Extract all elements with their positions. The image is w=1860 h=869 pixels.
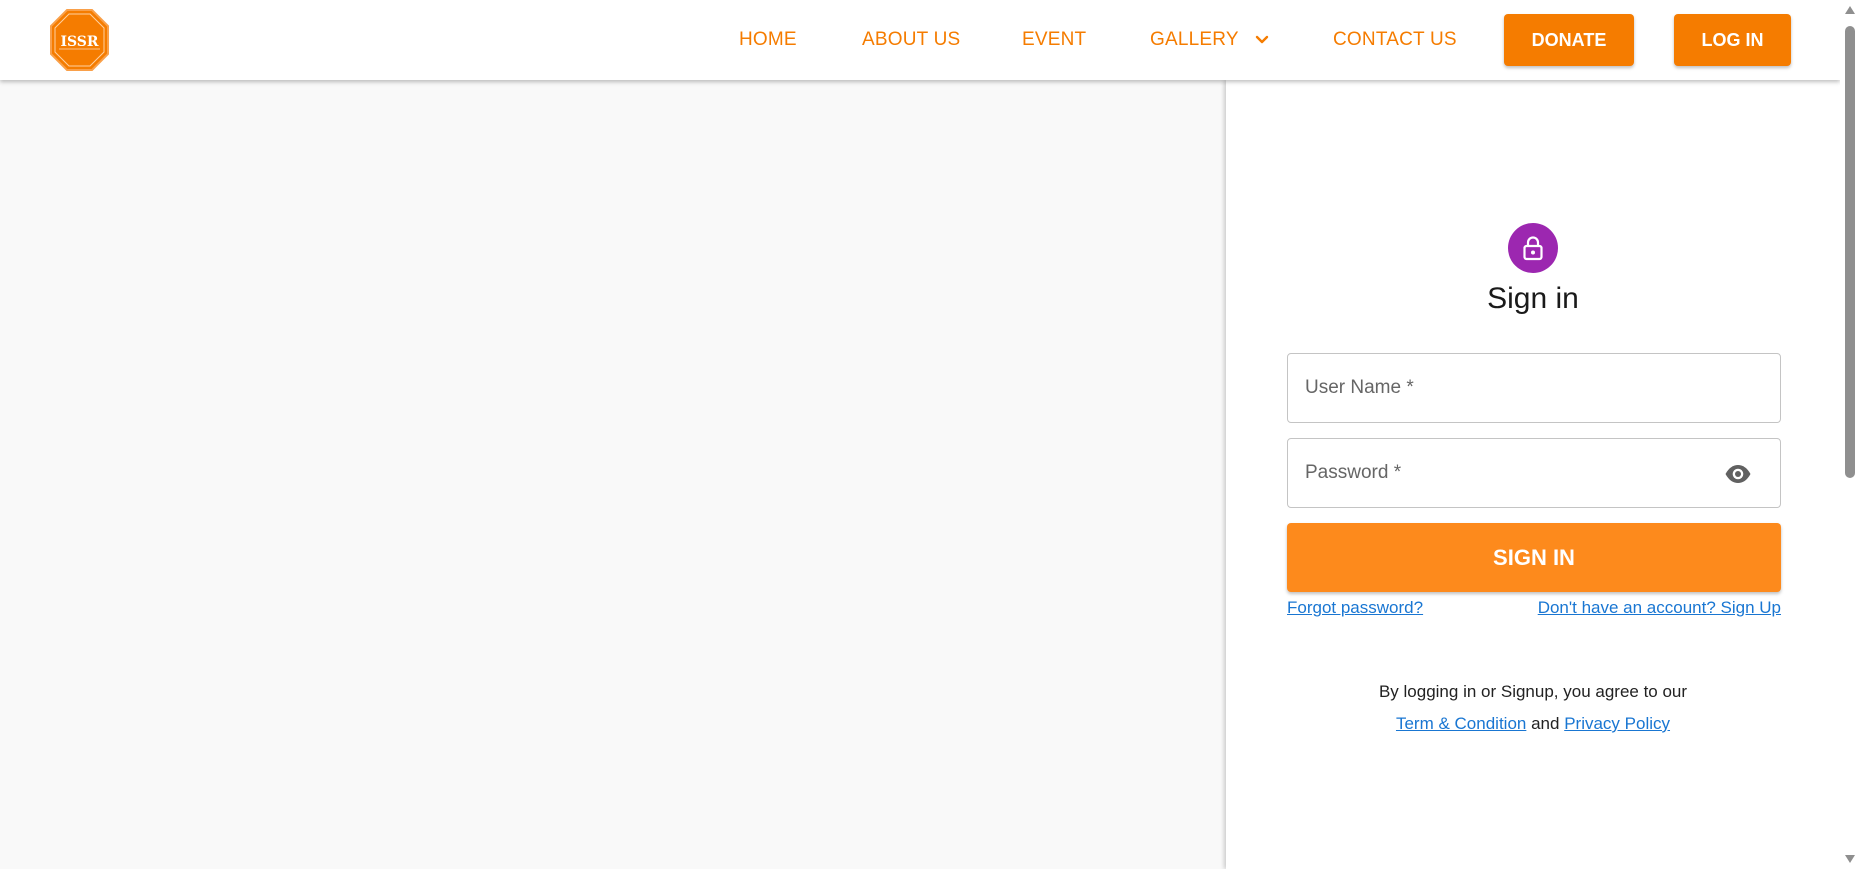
username-field[interactable] bbox=[1287, 353, 1781, 423]
terms-agreement: By logging in or Signup, you agree to ou… bbox=[1226, 676, 1840, 740]
forgot-password-link[interactable]: Forgot password? bbox=[1287, 598, 1423, 618]
login-button[interactable]: LOG IN bbox=[1674, 14, 1791, 66]
agree-text: By logging in or Signup, you agree to ou… bbox=[1378, 682, 1688, 701]
privacy-policy-link[interactable]: Privacy Policy bbox=[1564, 714, 1670, 733]
donate-button[interactable]: DONATE bbox=[1504, 14, 1634, 66]
nav-home-label: HOME bbox=[739, 29, 797, 50]
password-input[interactable] bbox=[1288, 439, 1780, 507]
svg-text:ISSR: ISSR bbox=[60, 34, 98, 50]
and-text: and bbox=[1531, 714, 1560, 733]
password-field[interactable] bbox=[1287, 438, 1781, 508]
signup-link[interactable]: Don't have an account? Sign Up bbox=[1538, 598, 1781, 618]
lock-avatar bbox=[1508, 223, 1558, 273]
terms-link[interactable]: Term & Condition bbox=[1396, 714, 1526, 733]
eye-icon[interactable] bbox=[1724, 461, 1752, 487]
signin-submit-button[interactable]: SIGN IN bbox=[1287, 523, 1781, 592]
nav-about-us[interactable]: ABOUT US bbox=[862, 0, 960, 80]
page-scrollbar[interactable] bbox=[1840, 0, 1860, 869]
username-input[interactable] bbox=[1288, 354, 1780, 422]
issr-logo[interactable]: ISSR bbox=[49, 8, 110, 72]
logo-badge: ISSR bbox=[50, 9, 109, 71]
left-background-pane bbox=[0, 80, 1226, 869]
top-navbar: ISSR HOME ABOUT US EVENT GALLERY CONTACT… bbox=[0, 0, 1840, 80]
nav-contact-us[interactable]: CONTACT US bbox=[1333, 0, 1457, 80]
agree-links-line: Term & Condition and Privacy Policy bbox=[1226, 708, 1840, 740]
scrollbar-thumb[interactable] bbox=[1845, 26, 1855, 478]
nav-event-label: EVENT bbox=[1022, 29, 1087, 50]
scroll-down-arrow-icon[interactable] bbox=[1844, 853, 1856, 865]
nav-contact-label: CONTACT US bbox=[1333, 29, 1457, 50]
nav-gallery-label: GALLERY bbox=[1150, 29, 1239, 50]
nav-event[interactable]: EVENT bbox=[1022, 0, 1086, 80]
signin-title: Sign in bbox=[1487, 282, 1579, 315]
nav-home[interactable]: HOME bbox=[739, 0, 797, 80]
nav-about-label: ABOUT US bbox=[862, 29, 961, 50]
chevron-down-icon bbox=[1255, 35, 1269, 45]
lock-icon bbox=[1523, 236, 1543, 261]
scroll-up-arrow-icon[interactable] bbox=[1844, 4, 1856, 16]
signin-panel: Sign in SIGN IN Forgot password? Don't h… bbox=[1226, 80, 1840, 869]
nav-gallery[interactable]: GALLERY bbox=[1150, 0, 1269, 80]
